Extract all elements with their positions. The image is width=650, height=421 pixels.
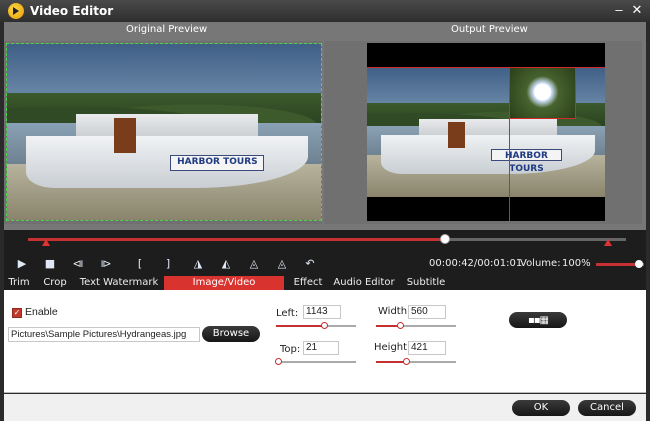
transparency-icon: ▪▪▦: [527, 315, 549, 326]
volume-label: Volume:: [520, 258, 561, 269]
stop-icon[interactable]: ■: [42, 256, 58, 272]
volume-fill: [596, 263, 640, 266]
play-icon[interactable]: ▶: [14, 256, 30, 272]
output-preview: HARBOR TOURS: [324, 41, 642, 224]
height-slider-knob[interactable]: [403, 358, 411, 365]
original-preview: HARBOR TOURS: [4, 41, 322, 224]
top-slider-knob[interactable]: [274, 358, 282, 365]
window-title: Video Editor: [30, 4, 114, 18]
mark-in-icon[interactable]: [: [132, 256, 148, 272]
minimize-icon[interactable]: –: [612, 3, 626, 17]
title-bar: Video Editor – ✕: [0, 0, 650, 22]
volume-value: 100%: [562, 258, 591, 269]
cancel-button[interactable]: Cancel: [578, 400, 636, 416]
height-slider[interactable]: [376, 358, 456, 365]
volume-slider[interactable]: [596, 260, 644, 268]
editor-tabs: Trim Crop Text Watermark Image/Video Wat…: [4, 276, 646, 302]
width-slider-knob[interactable]: [397, 322, 404, 329]
prev-frame-icon[interactable]: ⧏: [70, 256, 86, 272]
volume-knob[interactable]: [635, 260, 644, 268]
original-video-frame: HARBOR TOURS: [6, 43, 322, 221]
height-input[interactable]: 421: [408, 341, 446, 355]
rotate-right-icon[interactable]: ◬: [274, 256, 290, 272]
tab-text-watermark[interactable]: Text Watermark: [76, 276, 162, 290]
left-label: Left:: [276, 308, 299, 319]
timeline: [4, 230, 646, 252]
top-slider[interactable]: [274, 358, 356, 365]
tab-audio-editor[interactable]: Audio Editor: [332, 276, 396, 290]
width-label: Width:: [378, 306, 411, 317]
top-input[interactable]: 21: [303, 341, 339, 355]
timeline-progress: [28, 238, 446, 241]
next-frame-icon[interactable]: ⧐: [98, 256, 114, 272]
rotate-left-icon[interactable]: ◬: [246, 256, 262, 272]
browse-button[interactable]: Browse: [202, 326, 260, 342]
width-slider[interactable]: [376, 322, 456, 329]
ok-button[interactable]: OK: [512, 400, 570, 416]
top-label: Top:: [280, 344, 301, 355]
preview-area: Original Preview Output Preview HARBOR T…: [4, 22, 646, 230]
close-icon[interactable]: ✕: [630, 3, 644, 17]
flip-vertical-icon[interactable]: ◭: [218, 256, 234, 272]
app-logo-icon: [8, 3, 24, 19]
left-slider-knob[interactable]: [321, 322, 328, 329]
watermark-panel: ✓ Enable Pictures\Sample Pictures\Hydran…: [4, 290, 646, 393]
output-video-frame: HARBOR TOURS: [367, 43, 605, 221]
original-preview-label: Original Preview: [126, 24, 208, 35]
left-input[interactable]: 1143: [303, 305, 341, 319]
tab-trim[interactable]: Trim: [4, 276, 34, 290]
timeline-track[interactable]: [28, 234, 626, 244]
enable-label: Enable: [25, 306, 58, 318]
mark-out-icon[interactable]: ]: [160, 256, 176, 272]
boat-sign-output: HARBOR TOURS: [490, 148, 563, 174]
timecode: 00:00:42/00:01:01: [429, 258, 523, 269]
timeline-playhead[interactable]: [440, 234, 451, 244]
tab-effect[interactable]: Effect: [290, 276, 326, 290]
boat-sign: HARBOR TOURS: [170, 154, 265, 171]
trim-start-marker[interactable]: [41, 239, 50, 246]
reset-icon[interactable]: ↶: [302, 256, 318, 272]
output-preview-label: Output Preview: [451, 24, 528, 35]
flip-horizontal-icon[interactable]: ◮: [190, 256, 206, 272]
tab-image-video-watermark[interactable]: Image/Video Watermark: [164, 276, 284, 302]
dialog-footer: OK Cancel: [4, 394, 646, 421]
trim-end-marker[interactable]: [604, 239, 613, 246]
watermark-guide-v: [509, 119, 510, 221]
tab-crop[interactable]: Crop: [40, 276, 70, 290]
enable-checkbox[interactable]: ✓: [12, 308, 22, 318]
tab-subtitle[interactable]: Subtitle: [404, 276, 448, 290]
watermark-image[interactable]: [509, 67, 576, 119]
height-label: Height:: [374, 342, 411, 353]
transparency-button[interactable]: ▪▪▦: [509, 312, 567, 328]
width-input[interactable]: 560: [408, 305, 446, 319]
playback-controls: ▶ ■ ⧏ ⧐ [] ◮ ◭ ◬ ◬ ↶ 00:00:42/00:01:01 Volume: 10…: [4, 252, 646, 276]
watermark-file-path[interactable]: Pictures\Sample Pictures\Hydrangeas.jpg: [8, 327, 200, 342]
left-slider[interactable]: [276, 322, 356, 329]
